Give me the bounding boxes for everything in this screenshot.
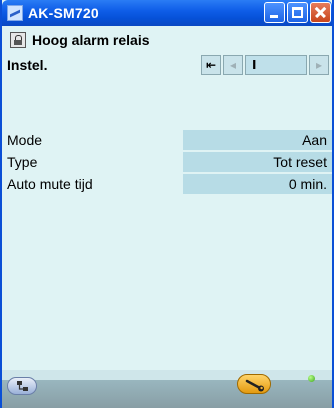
page-indicator: I (245, 55, 307, 75)
maximize-icon (292, 7, 303, 18)
row-label: Type (7, 154, 38, 170)
app-window: AK-SM720 Hoog alarm relais Instel. ⇤ ◂ I… (0, 0, 334, 408)
prev-page-button[interactable]: ◂ (223, 55, 243, 75)
settings-row-type[interactable]: Type Tot reset (2, 152, 332, 172)
window-title: AK-SM720 (28, 5, 99, 21)
page-navigator: ⇤ ◂ I ▸ (2, 55, 332, 75)
status-led-icon (308, 375, 315, 382)
row-value[interactable]: 0 min. (183, 174, 332, 194)
network-tree-icon (17, 381, 28, 391)
close-button[interactable] (310, 2, 331, 23)
minimize-icon (270, 15, 278, 18)
row-label: Mode (7, 132, 43, 148)
network-button[interactable] (7, 377, 37, 395)
first-page-button[interactable]: ⇤ (201, 55, 221, 75)
settings-row-auto-mute[interactable]: Auto mute tijd 0 min. (2, 174, 332, 194)
row-value[interactable]: Aan (183, 130, 332, 150)
title-bar[interactable]: AK-SM720 (2, 0, 332, 26)
close-icon (311, 3, 330, 22)
app-chart-icon (7, 5, 23, 21)
settings-row-mode[interactable]: Mode Aan (2, 130, 332, 150)
minimize-button[interactable] (264, 2, 285, 23)
next-page-button[interactable]: ▸ (309, 55, 329, 75)
lock-icon (10, 32, 26, 48)
bottom-toolbar-highlight (2, 370, 332, 380)
page-title: Hoog alarm relais (32, 32, 150, 48)
row-value[interactable]: Tot reset (183, 152, 332, 172)
maximize-button[interactable] (287, 2, 308, 23)
service-button[interactable] (237, 374, 271, 394)
row-label: Auto mute tijd (7, 176, 93, 192)
wrench-icon (245, 379, 264, 392)
